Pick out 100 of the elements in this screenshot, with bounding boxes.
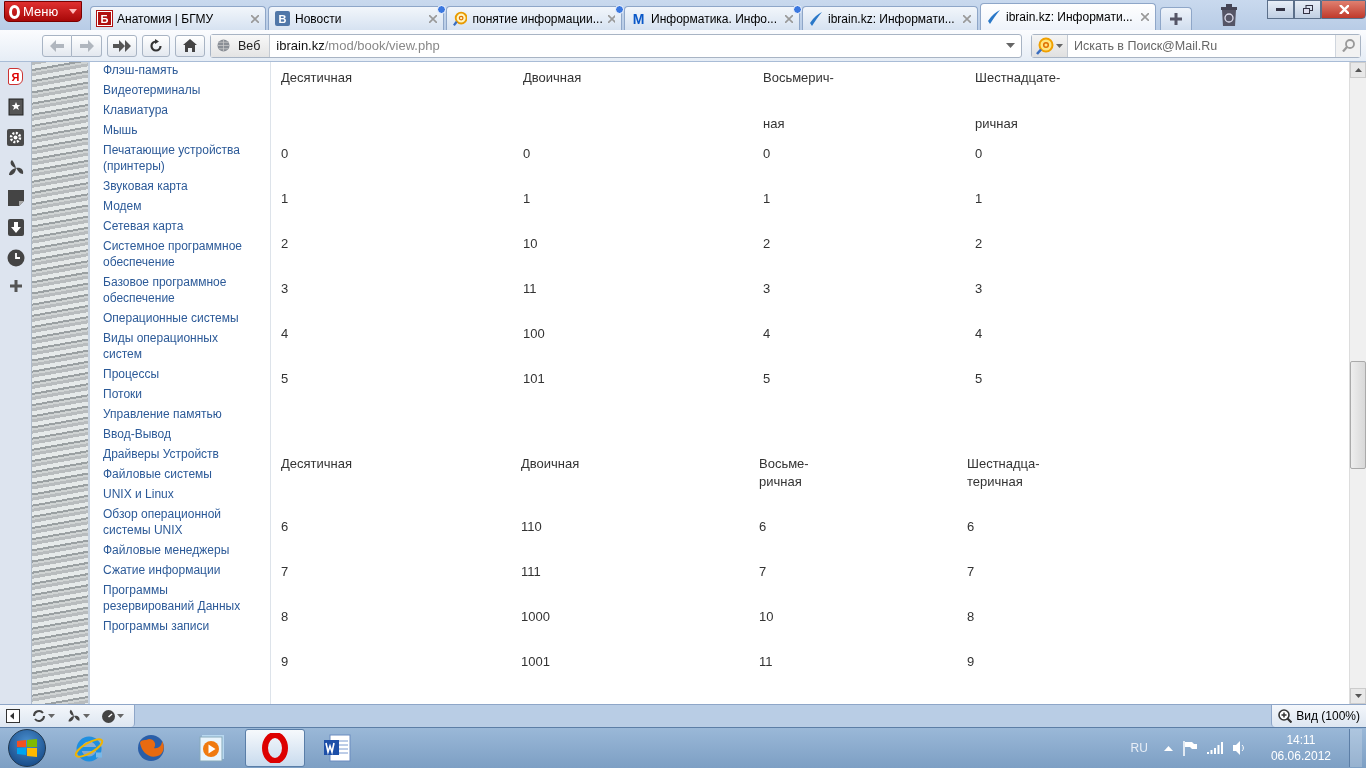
sidebar-link[interactable]: Операционные системы [103,310,248,326]
yandex-badge[interactable]: Я [8,68,23,85]
sidebar-link[interactable]: Мышь [103,122,248,138]
close-icon [1338,5,1349,14]
sidebar-link[interactable]: Файловые менеджеры [103,542,248,558]
table-cell: 8 [281,609,289,625]
table-cell: 11 [523,281,537,297]
plus-icon[interactable] [9,280,22,292]
sidebar-link[interactable]: Печатающие устройства (принтеры) [103,142,248,174]
sidebar-link[interactable]: Видеотерминалы [103,82,248,98]
table-cell: 8 [967,609,975,625]
clock-icon[interactable] [6,249,25,267]
home-icon [183,39,197,52]
sidebar-link[interactable]: Сетевая карта [103,218,248,234]
fast-forward-button[interactable] [107,34,137,57]
table-cell: 2 [281,236,289,252]
restore-icon [1302,5,1313,14]
sidebar-link[interactable]: Процессы [103,366,248,382]
column-header: Двоичная [523,70,582,86]
sidebar-link[interactable]: Потоки [103,386,248,402]
browser-tab[interactable]: ibrain.kz: Информати... [980,3,1156,30]
reload-button[interactable] [142,34,170,57]
scrollbar-thumb[interactable] [1350,361,1366,469]
sidebar-link[interactable]: Виды операционных систем [103,330,248,362]
gear-icon[interactable] [7,129,24,146]
browser-tab[interactable]: понятие информации... [446,6,622,30]
fan-icon[interactable] [6,159,25,177]
sync-icon [32,709,46,723]
search-icon[interactable] [1341,39,1355,52]
sidebar-link[interactable]: Звуковая карта [103,178,248,194]
windows-logo-icon [17,739,37,757]
document-w-icon [322,733,352,763]
sidebar-link[interactable]: Драйверы Устройств [103,446,248,462]
column-header: Шестнадцате- [975,70,1061,86]
sidebar-link[interactable]: UNIX и Linux [103,486,248,502]
restore-button[interactable] [1294,0,1321,19]
trash-icon[interactable] [1220,4,1238,26]
globe-icon [217,39,230,52]
sidebar-link[interactable]: Клавиатура [103,102,248,118]
panel-toggle-icon[interactable] [6,709,20,723]
table-cell: 2 [763,236,771,252]
speed-button[interactable] [102,709,124,723]
reload-icon [149,38,163,53]
close-icon[interactable] [1141,13,1149,21]
zoom-button[interactable]: Вид (100%) [1271,705,1366,727]
sidebar-link[interactable]: Программы записи [103,618,248,634]
sidebar-link[interactable]: Программы резервирований Данных [103,582,248,614]
table-cell: 110 [521,519,542,535]
close-button[interactable] [1321,0,1366,19]
down-arrow-icon[interactable] [1354,694,1362,698]
sync-button[interactable] [32,709,55,723]
sidebar-link[interactable]: Обзор операционной системы UNIX [103,506,248,538]
table-cell: 1000 [521,609,550,625]
home-button[interactable] [175,34,205,57]
table-cell: 2 [975,236,983,252]
table-cell: 9 [281,654,289,670]
sidebar-link[interactable]: Ввод-Вывод [103,426,248,442]
table-cell: 7 [759,564,767,580]
search-bar[interactable]: Искать в Поиск@Mail.Ru [1031,33,1361,58]
table-cell: 9 [967,654,975,670]
fan-icon [67,709,81,723]
new-tab-button[interactable] [1160,7,1192,30]
table-cell: 3 [763,281,771,297]
sidebar-link[interactable]: Сжатие информации [103,562,248,578]
search-engine-icon[interactable] [1036,36,1054,55]
column-header: теричная [967,474,1023,490]
browser-tab[interactable]: ibrain.kz: Информати... [802,6,978,30]
browser-tab[interactable]: Б Анатомия | БГМУ [90,6,266,30]
opera-logo-icon [262,733,288,763]
table-cell: 3 [975,281,983,297]
play-icon [199,734,227,762]
address-field[interactable]: Веб ibrain.kz/mod/book/view.php [210,33,1022,58]
menu-button[interactable]: Меню [4,1,82,22]
sidebar-link[interactable]: Системное программное обеспечение [103,238,248,270]
note-icon[interactable] [7,190,24,206]
download-icon[interactable] [7,219,24,236]
sidebar-link[interactable]: Флэш-память [103,62,248,78]
browser-tab[interactable]: В Новости [268,6,444,30]
scrollbar[interactable] [1349,62,1366,704]
sidebar-link[interactable]: Управление памятью [103,406,248,422]
minimize-button[interactable] [1267,0,1294,19]
sidebar-link[interactable]: Файловые системы [103,466,248,482]
browser-tab[interactable]: M Информатика. Инфо... [624,6,800,30]
table-cell: 0 [763,146,771,162]
column-header: ричная [759,474,802,490]
table-cell: 4 [763,326,771,342]
minimize-icon [1276,8,1285,11]
turbo-button[interactable] [67,709,90,723]
up-arrow-icon[interactable] [1354,68,1362,72]
start-button[interactable] [8,729,46,767]
table-cell: 7 [281,564,289,580]
table-cell: 6 [759,519,767,535]
dropdown-caret-icon[interactable] [1006,43,1015,48]
sidebar-link[interactable]: Базовое программное обеспечение [103,274,248,306]
sidebar-link[interactable]: Модем [103,198,248,214]
column-header: Десятичная [281,456,352,472]
caret-icon [48,714,55,718]
swoosh-logo-icon [809,10,823,27]
taskbar-app-button[interactable] [245,729,305,767]
table-cell: 10 [759,609,774,625]
